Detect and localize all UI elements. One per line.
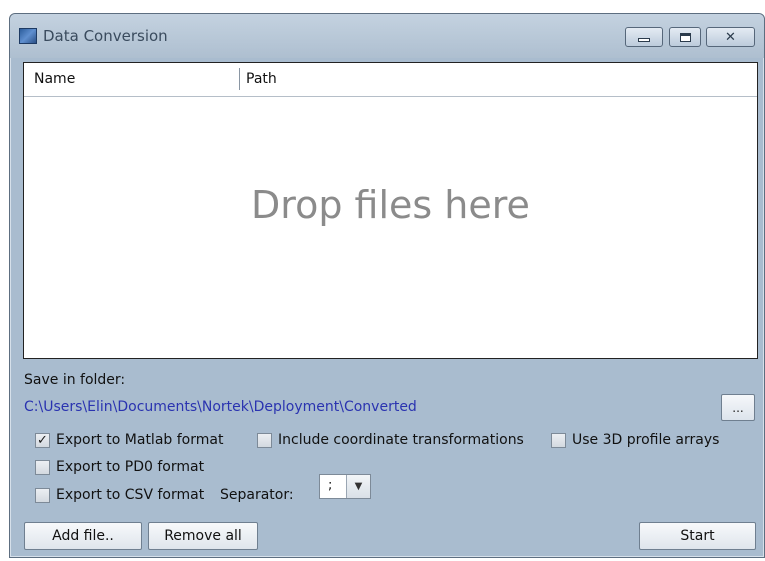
maximize-button[interactable] <box>669 27 701 47</box>
separator-label: Separator: <box>220 487 294 503</box>
matlab-checkbox[interactable]: ✓ <box>35 433 50 448</box>
column-divider[interactable] <box>239 68 240 90</box>
checkmark-icon: ✓ <box>37 433 48 448</box>
minimize-icon <box>638 38 650 42</box>
window-title: Data Conversion <box>43 27 168 45</box>
dropdown-arrow-icon[interactable]: ▼ <box>346 475 370 498</box>
separator-value: ; <box>328 478 333 493</box>
file-drop-list[interactable]: Name Path Drop files here <box>23 62 758 359</box>
separator-select[interactable]: ; ▼ <box>319 474 371 499</box>
app-icon <box>19 28 37 44</box>
3d-profile-checkbox[interactable] <box>551 433 566 448</box>
minimize-button[interactable] <box>625 27 663 47</box>
remove-all-button[interactable]: Remove all <box>148 522 258 550</box>
start-button[interactable]: Start <box>639 522 756 550</box>
pd0-checkbox[interactable] <box>35 460 50 475</box>
coordinate-transform-checkbox[interactable] <box>257 433 272 448</box>
save-folder-path[interactable]: C:\Users\Elin\Documents\Nortek\Deploymen… <box>24 399 417 415</box>
browse-folder-button[interactable]: ... <box>721 394 755 421</box>
maximize-icon <box>679 32 691 42</box>
list-header: Name Path <box>24 63 757 97</box>
data-conversion-window: Data Conversion ✕ Name Path Drop files h… <box>9 13 765 558</box>
csv-checkbox[interactable] <box>35 488 50 503</box>
save-folder-label: Save in folder: <box>24 372 126 388</box>
csv-checkbox-label[interactable]: Export to CSV format <box>56 487 204 503</box>
column-header-path[interactable]: Path <box>246 71 277 87</box>
drop-files-hint: Drop files here <box>251 183 530 227</box>
pd0-checkbox-label[interactable]: Export to PD0 format <box>56 459 204 475</box>
column-header-name[interactable]: Name <box>34 71 75 87</box>
close-icon: ✕ <box>725 29 736 45</box>
matlab-checkbox-label[interactable]: Export to Matlab format <box>56 432 223 448</box>
3d-profile-label[interactable]: Use 3D profile arrays <box>572 432 719 448</box>
add-file-button[interactable]: Add file.. <box>24 522 142 550</box>
close-button[interactable]: ✕ <box>706 27 755 47</box>
title-bar[interactable]: Data Conversion ✕ <box>10 14 764 58</box>
coordinate-transform-label[interactable]: Include coordinate transformations <box>278 432 524 448</box>
